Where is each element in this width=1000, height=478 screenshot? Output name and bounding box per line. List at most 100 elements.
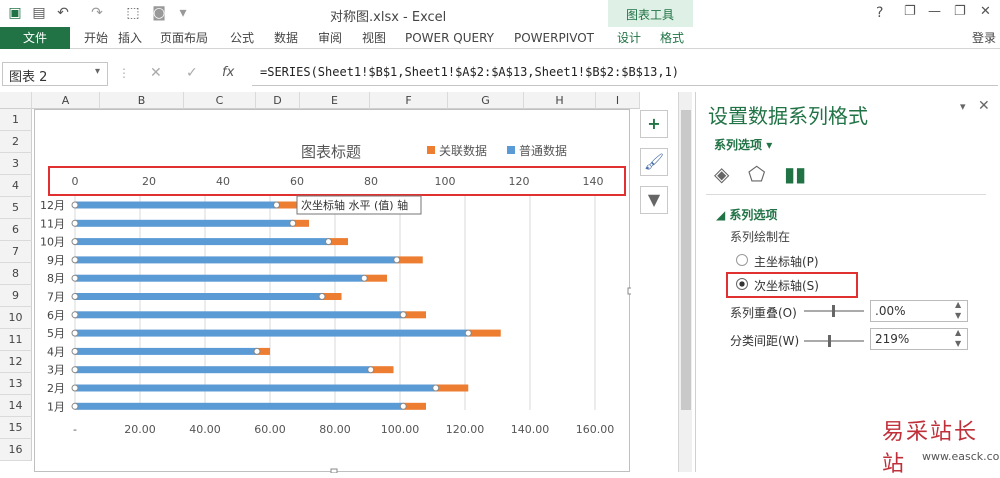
selection-handle[interactable] [71,384,79,392]
selection-handle[interactable] [253,347,261,355]
chevron-down-icon[interactable]: ▾ [95,66,100,77]
series-options-dropdown[interactable]: 系列选项 ▾ [714,136,772,153]
chart-area[interactable]: 图表标题 关联数据 普通数据 0 20 40 60 80 100 120 140 12月 11月 10月 9… [34,109,631,473]
row-header-11[interactable]: 11 [0,329,32,351]
bar-chart[interactable]: 图表标题 关联数据 普通数据 0 20 40 60 80 100 120 140 12月 11月 10月 9… [35,110,631,473]
row-header-6[interactable]: 6 [0,219,32,241]
spin-down-icon[interactable]: ▼ [955,311,961,320]
overlap-slider-thumb[interactable] [832,305,835,317]
column-header-f[interactable]: F [370,92,448,109]
legend-swatch-normal[interactable] [507,146,515,154]
maximize-button[interactable]: ❐ [954,4,966,19]
row-header-1[interactable]: 1 [0,109,32,131]
tab-design[interactable]: 设计 [617,29,641,49]
overlap-slider[interactable] [804,305,864,317]
row-header-8[interactable]: 8 [0,263,32,285]
bar-normal[interactable] [75,219,293,227]
tab-view[interactable]: 视图 [362,29,386,49]
legend-swatch-related[interactable] [427,146,435,154]
row-header-16[interactable]: 16 [0,439,32,461]
tab-formulas[interactable]: 公式 [230,29,254,49]
selection-handle[interactable] [367,366,375,374]
fill-line-icon[interactable]: ◈ [714,162,729,186]
row-header-5[interactable]: 5 [0,197,32,219]
selection-handle[interactable] [71,329,79,337]
bar-normal[interactable] [75,311,404,319]
picture-icon[interactable]: ⬚ [124,4,142,22]
bar-normal[interactable] [75,347,257,355]
selection-handle[interactable] [393,256,401,264]
bar-normal[interactable] [75,329,469,337]
chart-styles-button[interactable]: 🖌 [640,148,668,176]
bar-normal[interactable] [75,201,277,209]
selection-handle[interactable] [399,311,407,319]
select-all-corner[interactable] [0,92,32,109]
formula-input[interactable]: =SERIES(Sheet1!$B$1,Sheet1!$A$2:$A$13,Sh… [252,62,998,86]
column-header-i[interactable]: I [596,92,640,109]
column-header-e[interactable]: E [300,92,370,109]
selection-handle[interactable] [464,329,472,337]
gap-width-slider[interactable] [804,335,864,347]
spin-up-icon[interactable]: ▲ [955,328,961,337]
save-icon[interactable]: ▤ [30,4,48,22]
row-header-7[interactable]: 7 [0,241,32,263]
secondary-axis-radio[interactable]: 次坐标轴(S) [736,276,856,294]
column-header-b[interactable]: B [100,92,184,109]
tab-data[interactable]: 数据 [274,29,298,49]
bar-normal[interactable] [75,366,371,374]
selection-handle[interactable] [318,293,326,300]
selection-handle[interactable] [71,347,79,355]
enter-icon[interactable]: ✓ [186,65,198,81]
tab-home[interactable]: 开始 [84,29,108,49]
selection-handle[interactable] [71,274,79,282]
series-options-icon[interactable]: ▮▮ [784,162,806,186]
gap-width-spinner[interactable]: 219% ▲ ▼ [870,328,968,350]
row-header-13[interactable]: 13 [0,373,32,395]
login-link[interactable]: 登录 [972,29,996,49]
tab-review[interactable]: 审阅 [318,29,342,49]
section-header[interactable]: ◢ 系列选项 [716,206,777,223]
selection-handle[interactable] [360,274,368,282]
close-icon[interactable]: ✕ [978,98,990,114]
secondary-axis-highlight[interactable] [48,166,626,196]
function-icon[interactable]: fx [222,65,234,80]
selection-handle[interactable] [71,238,79,246]
bar-normal[interactable] [75,238,329,246]
selection-handle[interactable] [71,311,79,319]
column-header-c[interactable]: C [184,92,256,109]
selection-handle[interactable] [71,219,79,227]
close-button[interactable]: ✕ [980,4,991,19]
selection-handle[interactable] [432,384,440,392]
customize-icon[interactable]: ▾ [174,4,192,22]
minimize-button[interactable]: — [928,4,941,19]
row-header-10[interactable]: 10 [0,307,32,329]
cancel-icon[interactable]: ✕ [150,65,162,81]
row-header-2[interactable]: 2 [0,131,32,153]
tab-powerpivot[interactable]: POWERPIVOT [514,29,594,49]
overlap-spinner[interactable]: .00% ▲ ▼ [870,300,968,322]
scrollbar-thumb[interactable] [681,110,691,410]
redo-icon[interactable]: ↷ [88,4,106,22]
column-header-d[interactable]: D [256,92,300,109]
vertical-scrollbar[interactable] [678,92,692,472]
chart-filter-button[interactable]: ▼ [640,186,668,214]
row-header-12[interactable]: 12 [0,351,32,373]
spin-down-icon[interactable]: ▼ [955,339,961,348]
camera-icon[interactable]: ◙ [150,4,168,22]
tab-file[interactable]: 文件 [0,27,70,49]
selection-handle[interactable] [399,402,407,410]
bar-normal[interactable] [75,402,404,410]
bar-related[interactable] [396,256,423,264]
selection-handle[interactable] [71,293,79,300]
selection-handle[interactable] [325,238,332,246]
row-header-9[interactable]: 9 [0,285,32,307]
radio-circle[interactable] [736,254,748,266]
bar-normal[interactable] [75,256,397,264]
resize-handle[interactable] [330,468,338,473]
bar-normal[interactable] [75,274,365,282]
selection-handle[interactable] [71,402,79,410]
selection-handle[interactable] [289,219,297,227]
bar-related[interactable] [468,329,501,337]
column-header-h[interactable]: H [524,92,596,109]
selection-handle[interactable] [71,256,79,264]
